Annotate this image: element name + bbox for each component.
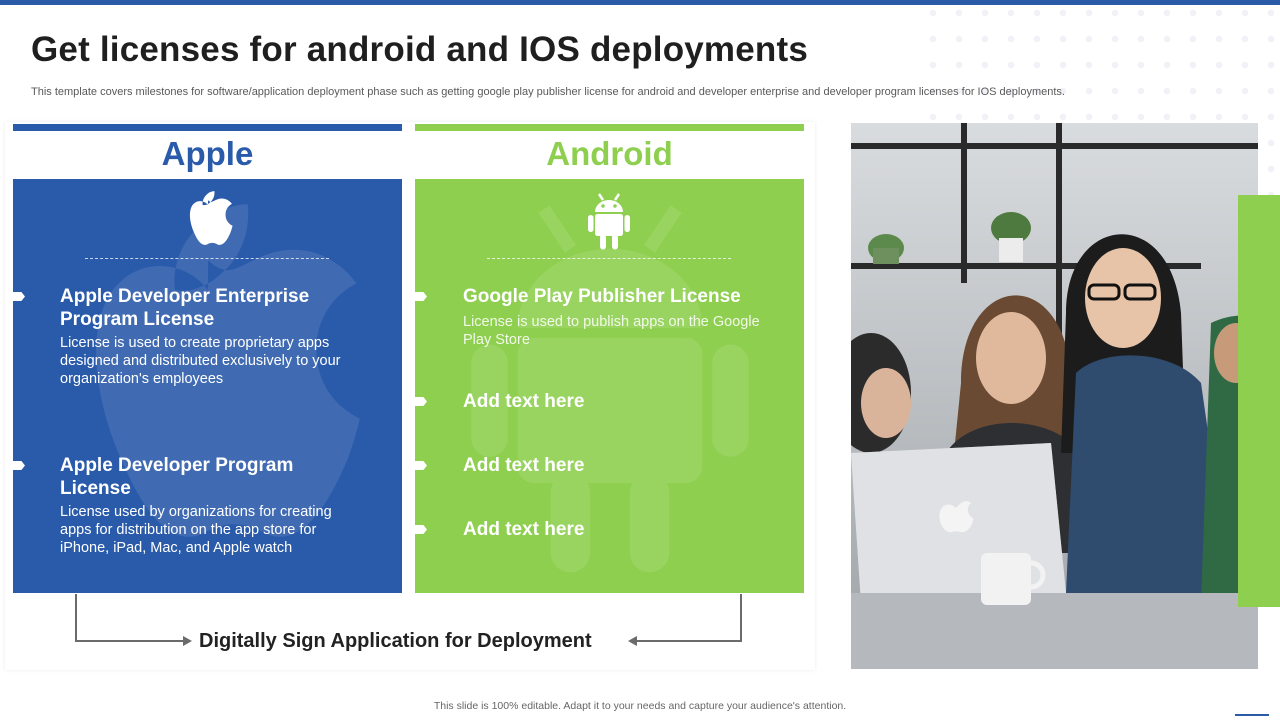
android-item-body: License is used to publish apps on the G… [463,314,760,348]
apple-item-title: Apple Developer Enterprise Program Licen… [60,286,310,330]
android-header-bar [415,124,804,131]
android-robot-icon [588,193,630,250]
android-heading: Android [546,135,673,172]
left-arrow-icon [628,636,637,646]
slide-subtitle: This template covers milestones for soft… [31,86,1065,98]
bullet-arrow-icon [13,461,25,470]
bullet-arrow-icon [415,525,427,534]
apple-column: Apple Developer Enterprise Program Licen… [13,179,402,593]
android-column: Google Play Publisher License License is… [415,179,804,593]
slide-title: Get licenses for android and IOS deploym… [31,30,809,69]
left-connector-line [75,594,185,642]
deployment-step-label: Digitally Sign Application for Deploymen… [199,630,592,652]
green-accent-strip [1238,195,1280,607]
bullet-arrow-icon [415,397,427,406]
bullet-arrow-icon [415,292,427,301]
slide-footer: This slide is 100% editable. Adapt it to… [433,700,847,712]
apple-item-body: License is used to create proprietary ap… [60,335,341,387]
footer-accent-mark [1235,714,1269,716]
right-connector-line [637,594,742,642]
android-item-title: Google Play Publisher License [463,286,741,307]
android-item-placeholder: Add text here [463,455,585,476]
apple-logo-icon [189,191,233,245]
photo-illustration [851,123,1258,669]
team-at-laptop-photo [851,123,1258,669]
apple-heading: Apple [161,135,254,172]
apple-item-body: License used by organizations for creati… [60,504,332,556]
apple-item-title: Apple Developer Program License [60,455,294,499]
android-divider [487,258,731,259]
android-item-placeholder: Add text here [463,391,585,412]
right-arrow-icon [183,636,192,646]
bullet-arrow-icon [13,292,25,301]
apple-header-bar [13,124,402,131]
android-item-placeholder: Add text here [463,519,585,540]
apple-divider [85,258,329,259]
bullet-arrow-icon [415,461,427,470]
